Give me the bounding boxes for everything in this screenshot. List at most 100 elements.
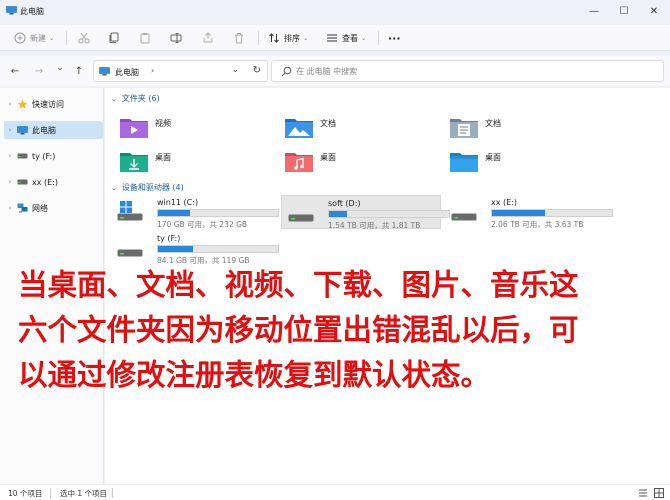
divider <box>258 31 259 45</box>
address-dropdown-icon[interactable]: ⌄ <box>231 65 239 75</box>
chevron-down-icon: ⌄ <box>56 63 64 73</box>
nav-label: xx (E:) <box>32 177 59 187</box>
downloads-folder-icon <box>120 153 148 172</box>
command-bar: 新建 ⌄ 排序 ⌄ 查看 ⌄ ··· <box>0 25 670 51</box>
drive-item-d[interactable]: soft (D:) 1.54 TB 可用，共 1.81 TB <box>281 195 450 230</box>
annotation-line: 当桌面、文档、视频、下载、图片、音乐这 <box>18 267 579 302</box>
chevron-right-icon[interactable]: › <box>4 178 16 186</box>
drive-item-c[interactable]: win11 (C:) 170 GB 可用，共 232 GB <box>111 195 279 229</box>
up-button[interactable]: ↑ <box>72 64 86 78</box>
documents-folder-icon <box>450 119 478 138</box>
copy-button[interactable] <box>108 25 120 51</box>
divider <box>378 31 379 45</box>
folder-name: 桌面 <box>320 152 336 162</box>
folder-item[interactable]: 文档 <box>439 110 599 144</box>
minimize-button[interactable]: — <box>578 0 610 22</box>
nav-item-quick-access[interactable]: › 快速访问 <box>4 95 103 113</box>
drive-usage-bar <box>491 209 613 217</box>
search-box[interactable] <box>271 60 664 82</box>
sort-button[interactable]: 排序 ⌄ <box>268 25 308 51</box>
pc-icon <box>99 67 110 76</box>
folder-item[interactable]: 桌面 <box>274 144 434 178</box>
close-button[interactable]: ✕ <box>638 0 670 22</box>
delete-button[interactable] <box>233 25 245 51</box>
chevron-right-icon[interactable]: › <box>4 100 16 108</box>
folder-item[interactable]: 视频 <box>109 110 269 144</box>
refresh-icon[interactable]: ↻ <box>253 65 261 76</box>
folder-name: 文档 <box>320 118 336 128</box>
drive-name: soft (D:) <box>328 199 361 208</box>
view-icon <box>327 34 337 42</box>
nav-label: 此电脑 <box>32 125 56 135</box>
maximize-icon: ☐ <box>619 5 629 17</box>
folder-item[interactable]: 桌面 <box>109 144 269 178</box>
drive-item-e[interactable]: xx (E:) 2.06 TB 可用，共 3.63 TB <box>445 195 613 229</box>
view-button[interactable]: 查看 ⌄ <box>326 25 366 51</box>
chevron-right-icon[interactable]: › <box>4 126 16 134</box>
forward-button[interactable]: → <box>32 64 46 78</box>
view-label: 查看 <box>342 33 358 43</box>
star-icon <box>16 99 29 110</box>
details-view-icon[interactable] <box>638 488 648 498</box>
nav-item-xx-drive[interactable]: › xx (E:) <box>4 173 103 191</box>
chevron-down-icon: ⌄ <box>111 183 117 192</box>
drive-usage-bar <box>157 209 279 217</box>
annotation-text: 当桌面、文档、视频、下载、图片、音乐这 六个文件夹因为移动位置出错混乱以后，可 … <box>18 262 658 397</box>
chevron-down-icon: ⌄ <box>111 94 117 103</box>
drive-name: win11 (C:) <box>157 198 199 207</box>
videos-folder-icon <box>120 119 148 138</box>
tiles-view-icon[interactable] <box>654 488 664 498</box>
chevron-right-icon[interactable]: › <box>4 204 16 212</box>
drive-icon <box>117 249 143 257</box>
folders-section-header[interactable]: ⌄ 文件夹 (6) <box>111 93 160 104</box>
breadcrumb-chevron-icon[interactable]: › <box>151 66 154 75</box>
recent-locations-button[interactable]: ⌄ <box>53 61 67 75</box>
paste-button[interactable] <box>139 25 151 51</box>
nav-label: 快速访问 <box>32 99 64 109</box>
drive-size: 1.54 TB 可用，共 1.81 TB <box>328 221 421 230</box>
divider <box>66 31 67 45</box>
folder-item[interactable]: 文档 <box>274 110 434 144</box>
cut-button[interactable] <box>78 25 90 51</box>
drive-item-f[interactable]: ty (F:) 84.1 GB 可用，共 119 GB <box>111 231 279 265</box>
window-title: 此电脑 <box>20 7 44 16</box>
scissors-icon <box>78 32 90 44</box>
divider <box>50 488 51 498</box>
chevron-down-icon: ⌄ <box>49 34 55 42</box>
divider <box>112 488 113 498</box>
maximize-button[interactable]: ☐ <box>608 0 640 22</box>
folder-name: 桌面 <box>485 152 501 162</box>
sort-icon <box>269 33 279 43</box>
status-bar: 10 个项目 选中 1 个项目 <box>0 484 670 500</box>
more-icon: ··· <box>388 31 401 45</box>
folder-item[interactable]: 桌面 <box>439 144 599 178</box>
drive-usage-fill <box>158 246 193 252</box>
copy-icon <box>109 32 119 43</box>
rename-button[interactable] <box>170 25 182 51</box>
share-button[interactable] <box>202 25 214 51</box>
desktop-folder-icon <box>450 153 478 172</box>
selection-count: 选中 1 个项目 <box>60 489 108 498</box>
nav-item-ty-drive[interactable]: › ty (F:) <box>4 147 103 165</box>
close-icon: ✕ <box>649 5 659 17</box>
chevron-down-icon: ⌄ <box>303 34 309 42</box>
drive-icon <box>288 214 314 222</box>
new-button[interactable]: 新建 ⌄ <box>14 25 54 51</box>
drive-name: xx (E:) <box>491 198 518 207</box>
more-options-button[interactable]: ··· <box>388 25 401 51</box>
address-bar[interactable]: 此电脑 › ⌄ ↻ <box>93 60 268 82</box>
search-input[interactable] <box>296 64 596 78</box>
folder-name: 视频 <box>155 118 171 128</box>
nav-item-network[interactable]: › 网络 <box>4 199 103 217</box>
back-button[interactable]: ← <box>8 64 22 78</box>
folder-name: 文档 <box>485 118 501 128</box>
section-label: 设备和驱动器 (4) <box>121 183 184 192</box>
network-icon <box>16 203 29 214</box>
nav-label: 网络 <box>32 203 48 213</box>
drives-section-header[interactable]: ⌄ 设备和驱动器 (4) <box>111 182 184 193</box>
breadcrumb-this-pc[interactable]: 此电脑 <box>115 67 139 78</box>
paste-icon <box>140 33 150 44</box>
trash-icon <box>235 33 243 44</box>
nav-item-this-pc[interactable]: › 此电脑 <box>4 121 103 139</box>
chevron-right-icon[interactable]: › <box>4 152 16 160</box>
